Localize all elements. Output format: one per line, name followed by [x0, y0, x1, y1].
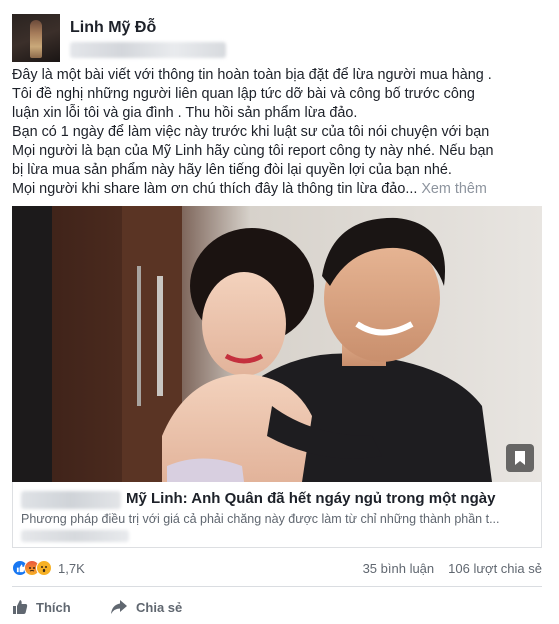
post-meta-blurred — [70, 42, 226, 58]
post-header: Linh Mỹ Đỗ — [12, 14, 542, 62]
share-arrow-icon — [111, 600, 127, 614]
link-preview-caption[interactable]: Mỹ Linh: Anh Quân đã hết ngáy ngủ trong … — [12, 482, 542, 548]
link-preview-image[interactable] — [12, 206, 542, 482]
source-domain-blurred — [21, 491, 121, 509]
link-description: Phương pháp điều trị với giá cả phải chă… — [21, 512, 500, 526]
bookmark-icon — [515, 451, 525, 465]
post-body: Đây là một bài viết với thông tin hoàn t… — [12, 66, 552, 199]
facebook-post: Linh Mỹ Đỗ Đây là một bài viết với thông… — [0, 0, 559, 624]
actions-divider — [12, 586, 542, 587]
post-line-6: bị lừa mua sản phẩm này hãy lên tiếng đò… — [12, 162, 452, 178]
wow-reaction-icon — [36, 560, 52, 576]
engagement-stats: 35 bình luận 106 lượt chia sẻ — [363, 561, 542, 576]
post-actions: Thích Chia sẻ — [12, 596, 542, 618]
link-title[interactable]: Mỹ Linh: Anh Quân đã hết ngáy ngủ trong … — [126, 490, 495, 507]
reaction-bar: 1,7K 35 bình luận 106 lượt chia sẻ — [12, 560, 542, 578]
reaction-count[interactable]: 1,7K — [58, 561, 85, 576]
link-source-blurred — [21, 530, 129, 542]
post-line-4: Bạn có 1 ngày để làm việc này trước khi … — [12, 124, 490, 140]
comments-count[interactable]: 35 bình luận — [363, 561, 435, 576]
share-button[interactable]: Chia sẻ — [110, 596, 182, 618]
like-button[interactable]: Thích — [12, 596, 71, 618]
post-line-1: Đây là một bài viết với thông tin hoàn t… — [12, 67, 492, 83]
post-line-3: luận xin lỗi tôi và gia đình . Thu hồi s… — [12, 105, 358, 121]
author-name[interactable]: Linh Mỹ Đỗ — [70, 19, 156, 37]
thumbs-up-icon — [13, 600, 28, 614]
shares-count[interactable]: 106 lượt chia sẻ — [448, 561, 542, 576]
post-line-7-text: Mọi người khi share làm ơn chú thích đây… — [12, 181, 418, 197]
author-avatar[interactable] — [12, 14, 60, 62]
post-line-7: Mọi người khi share làm ơn chú thích đây… — [12, 180, 552, 199]
see-more-link[interactable]: Xem thêm — [421, 181, 487, 197]
save-bookmark-button[interactable] — [506, 444, 534, 472]
like-label: Thích — [36, 599, 71, 615]
avatar-figure — [30, 20, 42, 58]
photo-illustration — [12, 206, 542, 482]
share-label: Chia sẻ — [136, 599, 183, 615]
post-line-2: Tôi đề nghị những người liên quan lập tứ… — [12, 86, 475, 102]
post-line-5: Mọi người là bạn của Mỹ Linh hãy cùng tô… — [12, 143, 494, 159]
